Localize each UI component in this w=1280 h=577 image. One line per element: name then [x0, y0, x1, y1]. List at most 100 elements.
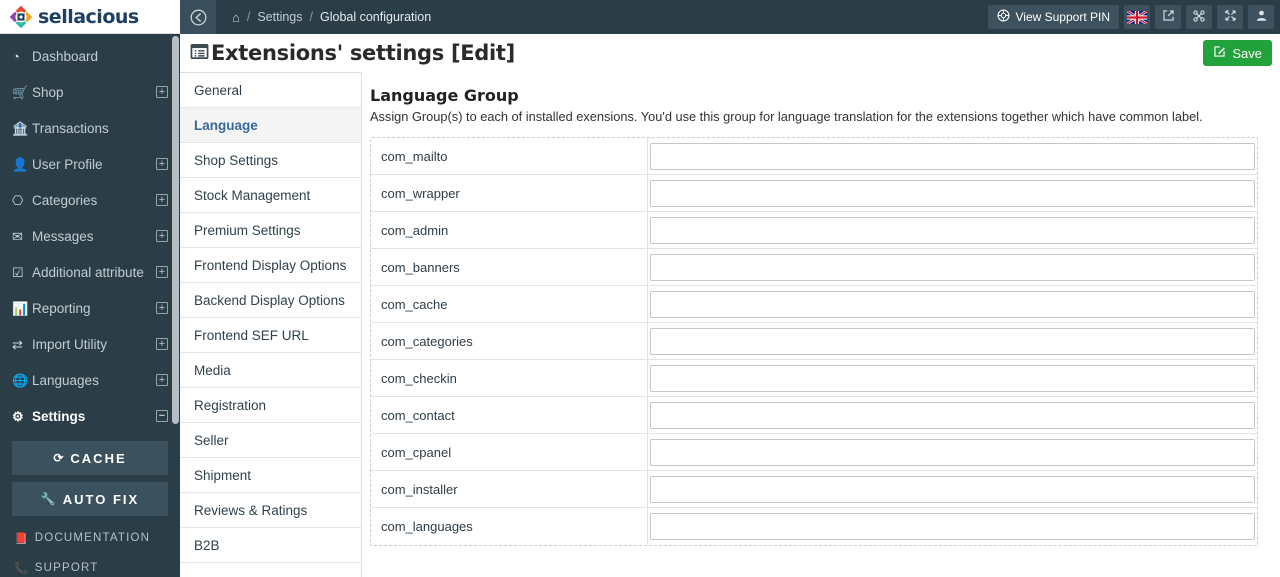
- extension-row: com_mailto: [371, 138, 1257, 175]
- sidebar-item-shop[interactable]: 🛒 Shop +: [0, 74, 180, 110]
- brand-logo[interactable]: sellacious: [0, 0, 180, 34]
- back-button[interactable]: [180, 0, 216, 34]
- expand-plus-icon[interactable]: +: [156, 266, 168, 278]
- sidebar-item-categories[interactable]: ⎔ Categories +: [0, 182, 180, 218]
- extension-name-label: com_categories: [371, 323, 648, 359]
- extension-name-text: com_contact: [381, 407, 455, 423]
- refresh-icon: ⟳: [53, 451, 64, 465]
- sidebar-item-messages[interactable]: ✉ Messages +: [0, 218, 180, 254]
- language-group-input[interactable]: [650, 401, 1255, 429]
- save-button-label: Save: [1232, 45, 1262, 61]
- sidebar: sellacious ◔ Dashboard 🛒 Shop + 🏦 Transactions…: [0, 0, 180, 577]
- language-group-input[interactable]: [650, 364, 1255, 392]
- tab-shop-settings[interactable]: Shop Settings: [180, 143, 361, 178]
- language-group-input[interactable]: [650, 475, 1255, 503]
- tab-backend-display-options[interactable]: Backend Display Options: [180, 283, 361, 318]
- tab-stock-management[interactable]: Stock Management: [180, 178, 361, 213]
- sellacious-diamond-icon: [9, 5, 33, 28]
- extension-name-label: com_mailto: [371, 138, 648, 174]
- extension-name-text: com_categories: [381, 333, 473, 349]
- collapse-minus-icon[interactable]: −: [156, 410, 168, 422]
- sidebar-item-transactions[interactable]: 🏦 Transactions: [0, 110, 180, 146]
- save-button[interactable]: Save: [1203, 40, 1272, 66]
- extension-row: com_categories: [371, 323, 1257, 360]
- breadcrumb-item-settings[interactable]: Settings: [257, 10, 302, 24]
- tab-frontend-sef-url[interactable]: Frontend SEF URL: [180, 318, 361, 353]
- language-group-input[interactable]: [650, 513, 1255, 540]
- list-window-icon: [190, 42, 209, 64]
- fullscreen-button[interactable]: [1217, 5, 1243, 29]
- auto-fix-button[interactable]: 🔧 AUTO FIX: [12, 482, 168, 516]
- sidebar-item-import-utility[interactable]: ⇄ Import Utility +: [0, 326, 180, 362]
- tab-label: Frontend Display Options: [194, 257, 347, 273]
- tab-label: Media: [194, 362, 231, 378]
- breadcrumb-separator-2: /: [309, 10, 313, 24]
- fullscreen-icon: [1224, 9, 1237, 25]
- extension-name-label: com_admin: [371, 212, 648, 248]
- joomla-button[interactable]: [1186, 5, 1212, 29]
- top-bar: ⌂ / Settings / Global configuration View: [180, 0, 1280, 34]
- bar-chart-icon: 📊: [12, 300, 29, 316]
- language-group-input[interactable]: [650, 142, 1255, 170]
- extension-group-cell: [648, 286, 1257, 322]
- expand-plus-icon[interactable]: +: [156, 374, 168, 386]
- tab-premium-settings[interactable]: Premium Settings: [180, 213, 361, 248]
- dashboard-gauge-icon: ◔: [12, 48, 20, 64]
- tab-label: Language: [194, 117, 258, 133]
- extension-name-label: com_wrapper: [371, 175, 648, 211]
- tab-frontend-display-options[interactable]: Frontend Display Options: [180, 248, 361, 283]
- tab-shipment[interactable]: Shipment: [180, 458, 361, 493]
- breadcrumb-item-global-configuration[interactable]: Global configuration: [320, 10, 431, 24]
- tab-label: Shop Settings: [194, 152, 279, 168]
- language-group-input[interactable]: [650, 290, 1255, 318]
- tab-general[interactable]: General: [180, 73, 361, 108]
- user-avatar-icon: [1255, 9, 1268, 25]
- language-group-input[interactable]: [650, 327, 1255, 355]
- extension-name-text: com_checkin: [381, 370, 457, 386]
- extension-name-label: com_installer: [371, 471, 648, 507]
- tab-language[interactable]: Language: [180, 108, 361, 143]
- language-flag-uk-button[interactable]: [1124, 5, 1150, 29]
- expand-plus-icon[interactable]: +: [156, 194, 168, 206]
- breadcrumb-home-icon[interactable]: ⌂: [232, 10, 240, 25]
- cache-button[interactable]: ⟳ CACHE: [12, 441, 168, 475]
- side-button-label: AUTO FIX: [62, 491, 140, 507]
- tab-reviews-ratings[interactable]: Reviews & Ratings: [180, 493, 361, 528]
- page-title: Extensions' settings [Edit]: [211, 41, 515, 65]
- extension-name-label: com_cpanel: [371, 434, 648, 470]
- exchange-arrows-icon: ⇄: [12, 336, 23, 352]
- main-area: ⌂ / Settings / Global configuration View: [180, 0, 1280, 577]
- sidebar-item-additional-attribute[interactable]: ☑ Additional attribute +: [0, 254, 180, 290]
- tab-registration[interactable]: Registration: [180, 388, 361, 423]
- tab-seller[interactable]: Seller: [180, 423, 361, 458]
- expand-plus-icon[interactable]: +: [156, 302, 168, 314]
- language-group-input[interactable]: [650, 216, 1255, 244]
- sidebar-item-reporting[interactable]: 📊 Reporting +: [0, 290, 180, 326]
- expand-plus-icon[interactable]: +: [156, 230, 168, 242]
- sidebar-item-user-profile[interactable]: 👤 User Profile +: [0, 146, 180, 182]
- expand-plus-icon[interactable]: +: [156, 86, 168, 98]
- documentation-link[interactable]: 📕 DOCUMENTATION: [0, 523, 180, 553]
- tab-media[interactable]: Media: [180, 353, 361, 388]
- account-button[interactable]: [1248, 5, 1274, 29]
- sidebar-item-label: User Profile: [32, 156, 103, 172]
- language-group-input[interactable]: [650, 253, 1255, 281]
- extension-row: com_checkin: [371, 360, 1257, 397]
- sidebar-item-languages[interactable]: 🌐 Languages +: [0, 362, 180, 398]
- side-link-label: SUPPORT: [34, 562, 99, 574]
- sidebar-scrollbar[interactable]: [172, 36, 179, 424]
- expand-plus-icon[interactable]: +: [156, 158, 168, 170]
- language-group-input[interactable]: [650, 438, 1255, 466]
- tab-b2b[interactable]: B2B: [180, 528, 361, 563]
- sidebar-item-dashboard[interactable]: ◔ Dashboard: [0, 38, 180, 74]
- settings-panel: Language Group Assign Group(s) to each o…: [362, 72, 1280, 577]
- sidebar-item-settings[interactable]: ⚙ Settings −: [0, 398, 180, 434]
- edit-square-icon: [1213, 45, 1226, 61]
- language-group-input[interactable]: [650, 179, 1255, 207]
- support-link[interactable]: 📞 SUPPORT: [0, 553, 180, 577]
- view-support-pin-button[interactable]: View Support PIN: [987, 5, 1119, 29]
- expand-plus-icon[interactable]: +: [156, 338, 168, 350]
- bank-icon: 🏦: [12, 120, 29, 136]
- external-link-button[interactable]: [1155, 5, 1181, 29]
- app-window: sellacious ◔ Dashboard 🛒 Shop + 🏦 Transactions…: [0, 0, 1280, 577]
